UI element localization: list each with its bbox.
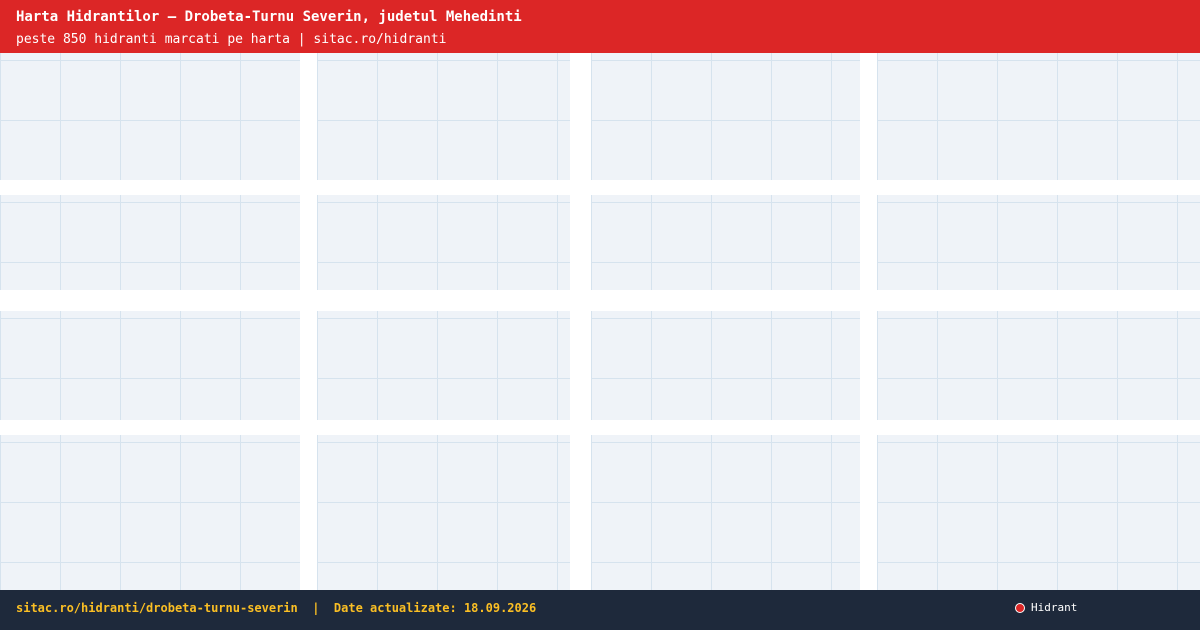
- page: Harta Hidrantilor – Drobeta-Turnu Severi…: [0, 0, 1200, 630]
- map-block: [591, 53, 860, 180]
- footer-bar: sitac.ro/hidranti/drobeta-turnu-severin …: [0, 590, 1200, 630]
- legend-label: Hidrant: [1031, 601, 1078, 614]
- map-block: [317, 53, 570, 180]
- map-block: [317, 311, 570, 420]
- map-block: [591, 311, 860, 420]
- map-block: [877, 311, 1200, 420]
- map-block: [591, 195, 860, 290]
- map-area[interactable]: [0, 53, 1200, 590]
- footer-url[interactable]: sitac.ro/hidranti/drobeta-turnu-severin: [16, 601, 298, 615]
- map-block: [877, 435, 1200, 590]
- map-block: [0, 53, 300, 180]
- map-block: [0, 435, 300, 590]
- page-title: Harta Hidrantilor – Drobeta-Turnu Severi…: [16, 9, 522, 25]
- map-block: [0, 311, 300, 420]
- map-block: [591, 435, 860, 590]
- map-legend: Hidrant: [1015, 601, 1077, 614]
- footer-separator: |: [312, 601, 320, 615]
- map-block: [877, 53, 1200, 180]
- hydrant-marker-icon: [1015, 602, 1025, 613]
- map-block: [0, 195, 300, 290]
- map-block: [877, 195, 1200, 290]
- page-subtitle: peste 850 hidranti marcati pe harta | si…: [16, 32, 447, 47]
- map-block: [317, 435, 570, 590]
- map-block: [317, 195, 570, 290]
- header-bar: Harta Hidrantilor – Drobeta-Turnu Severi…: [0, 0, 1200, 53]
- footer-date: Date actualizate: 18.09.2026: [333, 601, 537, 615]
- footer-info: sitac.ro/hidranti/drobeta-turnu-severin …: [16, 601, 536, 615]
